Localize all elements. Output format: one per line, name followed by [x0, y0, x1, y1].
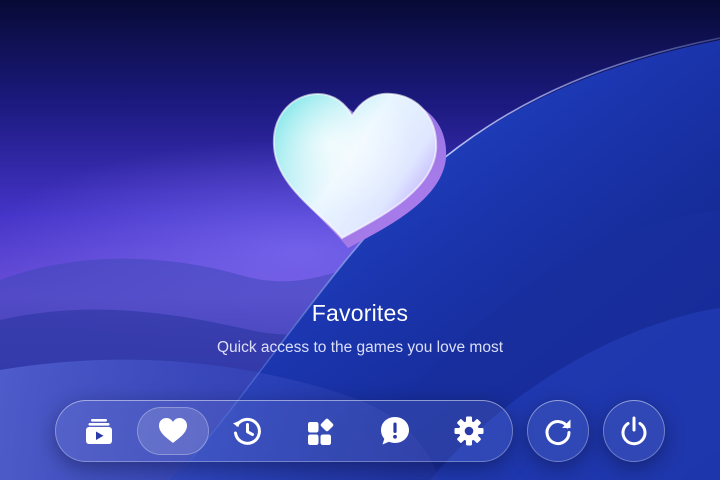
gear-icon: [454, 416, 484, 446]
play-stack-icon: [86, 419, 112, 444]
dock-item-alerts[interactable]: [359, 407, 431, 455]
alert-bubble-icon: [381, 417, 409, 445]
page-title: Favorites: [311, 300, 409, 326]
grid-shapes-icon: [308, 418, 334, 445]
history-icon: [233, 417, 261, 445]
navigation-dock: [55, 400, 513, 462]
dock-item-settings[interactable]: [433, 407, 505, 455]
dock-item-apps[interactable]: [285, 407, 357, 455]
dock-item-media[interactable]: [63, 407, 135, 455]
power-button[interactable]: [603, 400, 665, 462]
refresh-button[interactable]: [527, 400, 589, 462]
power-icon: [621, 416, 647, 446]
heart-icon: [159, 418, 187, 443]
favorites-hero-heart-icon: [272, 92, 447, 248]
dock-item-history[interactable]: [211, 407, 283, 455]
page-subtitle: Quick access to the games you love most: [216, 339, 504, 356]
refresh-icon: [545, 419, 571, 446]
dock-item-favorites[interactable]: [137, 407, 209, 455]
